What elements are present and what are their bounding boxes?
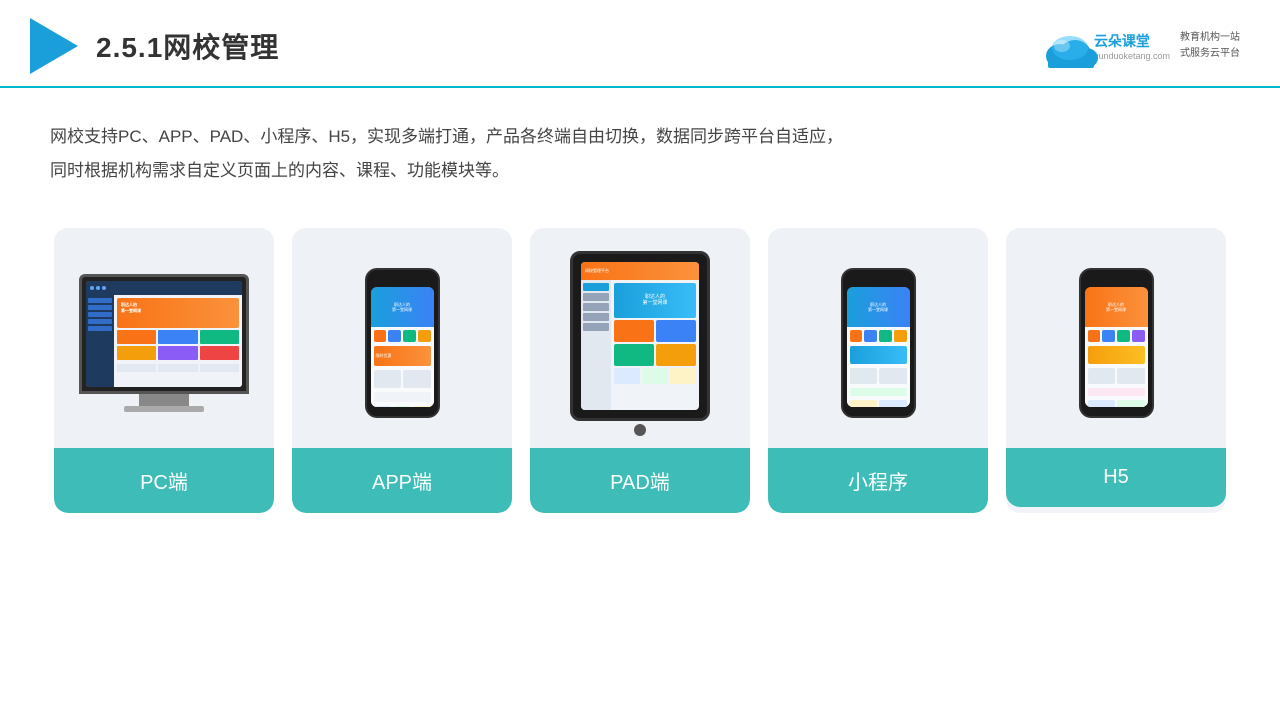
brand-url: yunduoketang.com (1094, 51, 1170, 61)
brand-name: 云朵课堂 (1094, 31, 1170, 51)
h5-image-area: 职达人的第一堂网课 (1006, 228, 1226, 448)
card-pad-label: PAD端 (530, 448, 750, 513)
card-pad: 网校管理平台 职达 (530, 228, 750, 513)
pad-image-area: 网校管理平台 职达 (530, 228, 750, 448)
brand-logo-area: 云朵课堂 yunduoketang.com 教育机构一站 式服务云平台 (1040, 28, 1240, 64)
card-miniprogram-label: 小程序 (768, 448, 988, 513)
header: 2.5.1网校管理 云朵课堂 yunduoketang.com (0, 0, 1280, 88)
header-left: 2.5.1网校管理 (30, 18, 279, 74)
card-app: 职达人的第一堂网课 限时优惠 (292, 228, 512, 513)
miniprogram-phone-icon: 职达人的第一堂网课 (841, 268, 916, 418)
brand-logo-row: 云朵课堂 yunduoketang.com 教育机构一站 式服务云平台 (1040, 28, 1240, 64)
tablet-home-button (634, 424, 646, 436)
description-text: 网校支持PC、APP、PAD、小程序、H5，实现多端打通，产品各终端自由切换，数… (0, 88, 900, 208)
app-image-area: 职达人的第一堂网课 限时优惠 (292, 228, 512, 448)
pad-tablet-icon: 网校管理平台 职达 (570, 251, 710, 436)
card-h5-label: H5 (1006, 448, 1226, 507)
pc-image-area: 职达人的第一堂网课 (54, 228, 274, 448)
card-pc: 职达人的第一堂网课 (54, 228, 274, 513)
card-h5: 职达人的第一堂网课 (1006, 228, 1226, 513)
cloud-logo-icon (1040, 28, 1088, 64)
h5-phone-icon: 职达人的第一堂网课 (1079, 268, 1154, 418)
pc-monitor-icon: 职达人的第一堂网课 (79, 274, 249, 412)
card-miniprogram: 职达人的第一堂网课 (768, 228, 988, 513)
brand-tagline: 教育机构一站 式服务云平台 (1180, 30, 1240, 62)
app-phone-icon: 职达人的第一堂网课 限时优惠 (365, 268, 440, 418)
play-icon (30, 18, 78, 74)
cards-section: 职达人的第一堂网课 (0, 218, 1280, 543)
page-title: 2.5.1网校管理 (96, 26, 279, 66)
miniprogram-image-area: 职达人的第一堂网课 (768, 228, 988, 448)
card-pc-label: PC端 (54, 448, 274, 513)
brand-text: 云朵课堂 yunduoketang.com (1094, 31, 1170, 61)
card-app-label: APP端 (292, 448, 512, 513)
